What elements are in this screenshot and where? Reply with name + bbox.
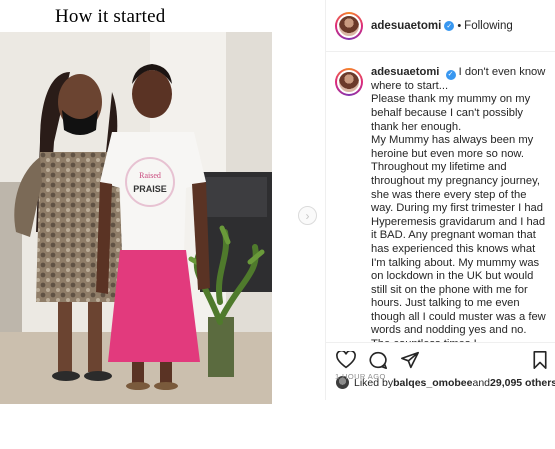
liked-by-user-link[interactable]: balqes_omobee [393,377,472,389]
heart-icon[interactable] [336,351,356,369]
liked-by-middle: and [472,376,491,389]
username-link[interactable]: adesuaetomi [371,20,441,32]
post-timestamp[interactable]: 1 HOUR AGO [335,372,386,381]
comment-text: I don't even know where to start... Plea… [371,66,546,342]
next-photo-button[interactable]: › [298,206,317,225]
share-icon[interactable] [400,351,420,369]
bookmark-icon[interactable] [532,351,548,369]
avatar[interactable] [335,68,363,96]
chevron-right-icon: › [305,208,310,223]
following-button[interactable]: Following [464,20,513,32]
action-bar: Liked by balqes_omobee and 29,095 others [326,342,555,400]
post-photo[interactable]: Raised PRAISE [0,32,272,404]
shirt-print-line2: PRAISE [133,184,167,194]
header-separator: • [457,19,462,32]
post-panel: adesuaetomi ✓ • Following adesuaetomi ✓ … [325,0,555,400]
verified-badge-icon: ✓ [445,69,456,80]
comment-icon[interactable] [368,351,388,369]
verified-badge-icon: ✓ [444,20,455,31]
photo-caption: How it started [55,6,166,27]
post-header: adesuaetomi ✓ • Following [326,0,555,52]
caption-comment: adesuaetomi ✓ I don't even know where to… [335,66,555,342]
avatar[interactable] [335,11,363,40]
comment-body: adesuaetomi ✓ I don't even know where to… [371,66,547,342]
shirt-print-line1: Raised [139,171,161,180]
comment-username[interactable]: adesuaetomi [371,66,439,78]
likes-count-link[interactable]: 29,095 others [490,377,555,389]
